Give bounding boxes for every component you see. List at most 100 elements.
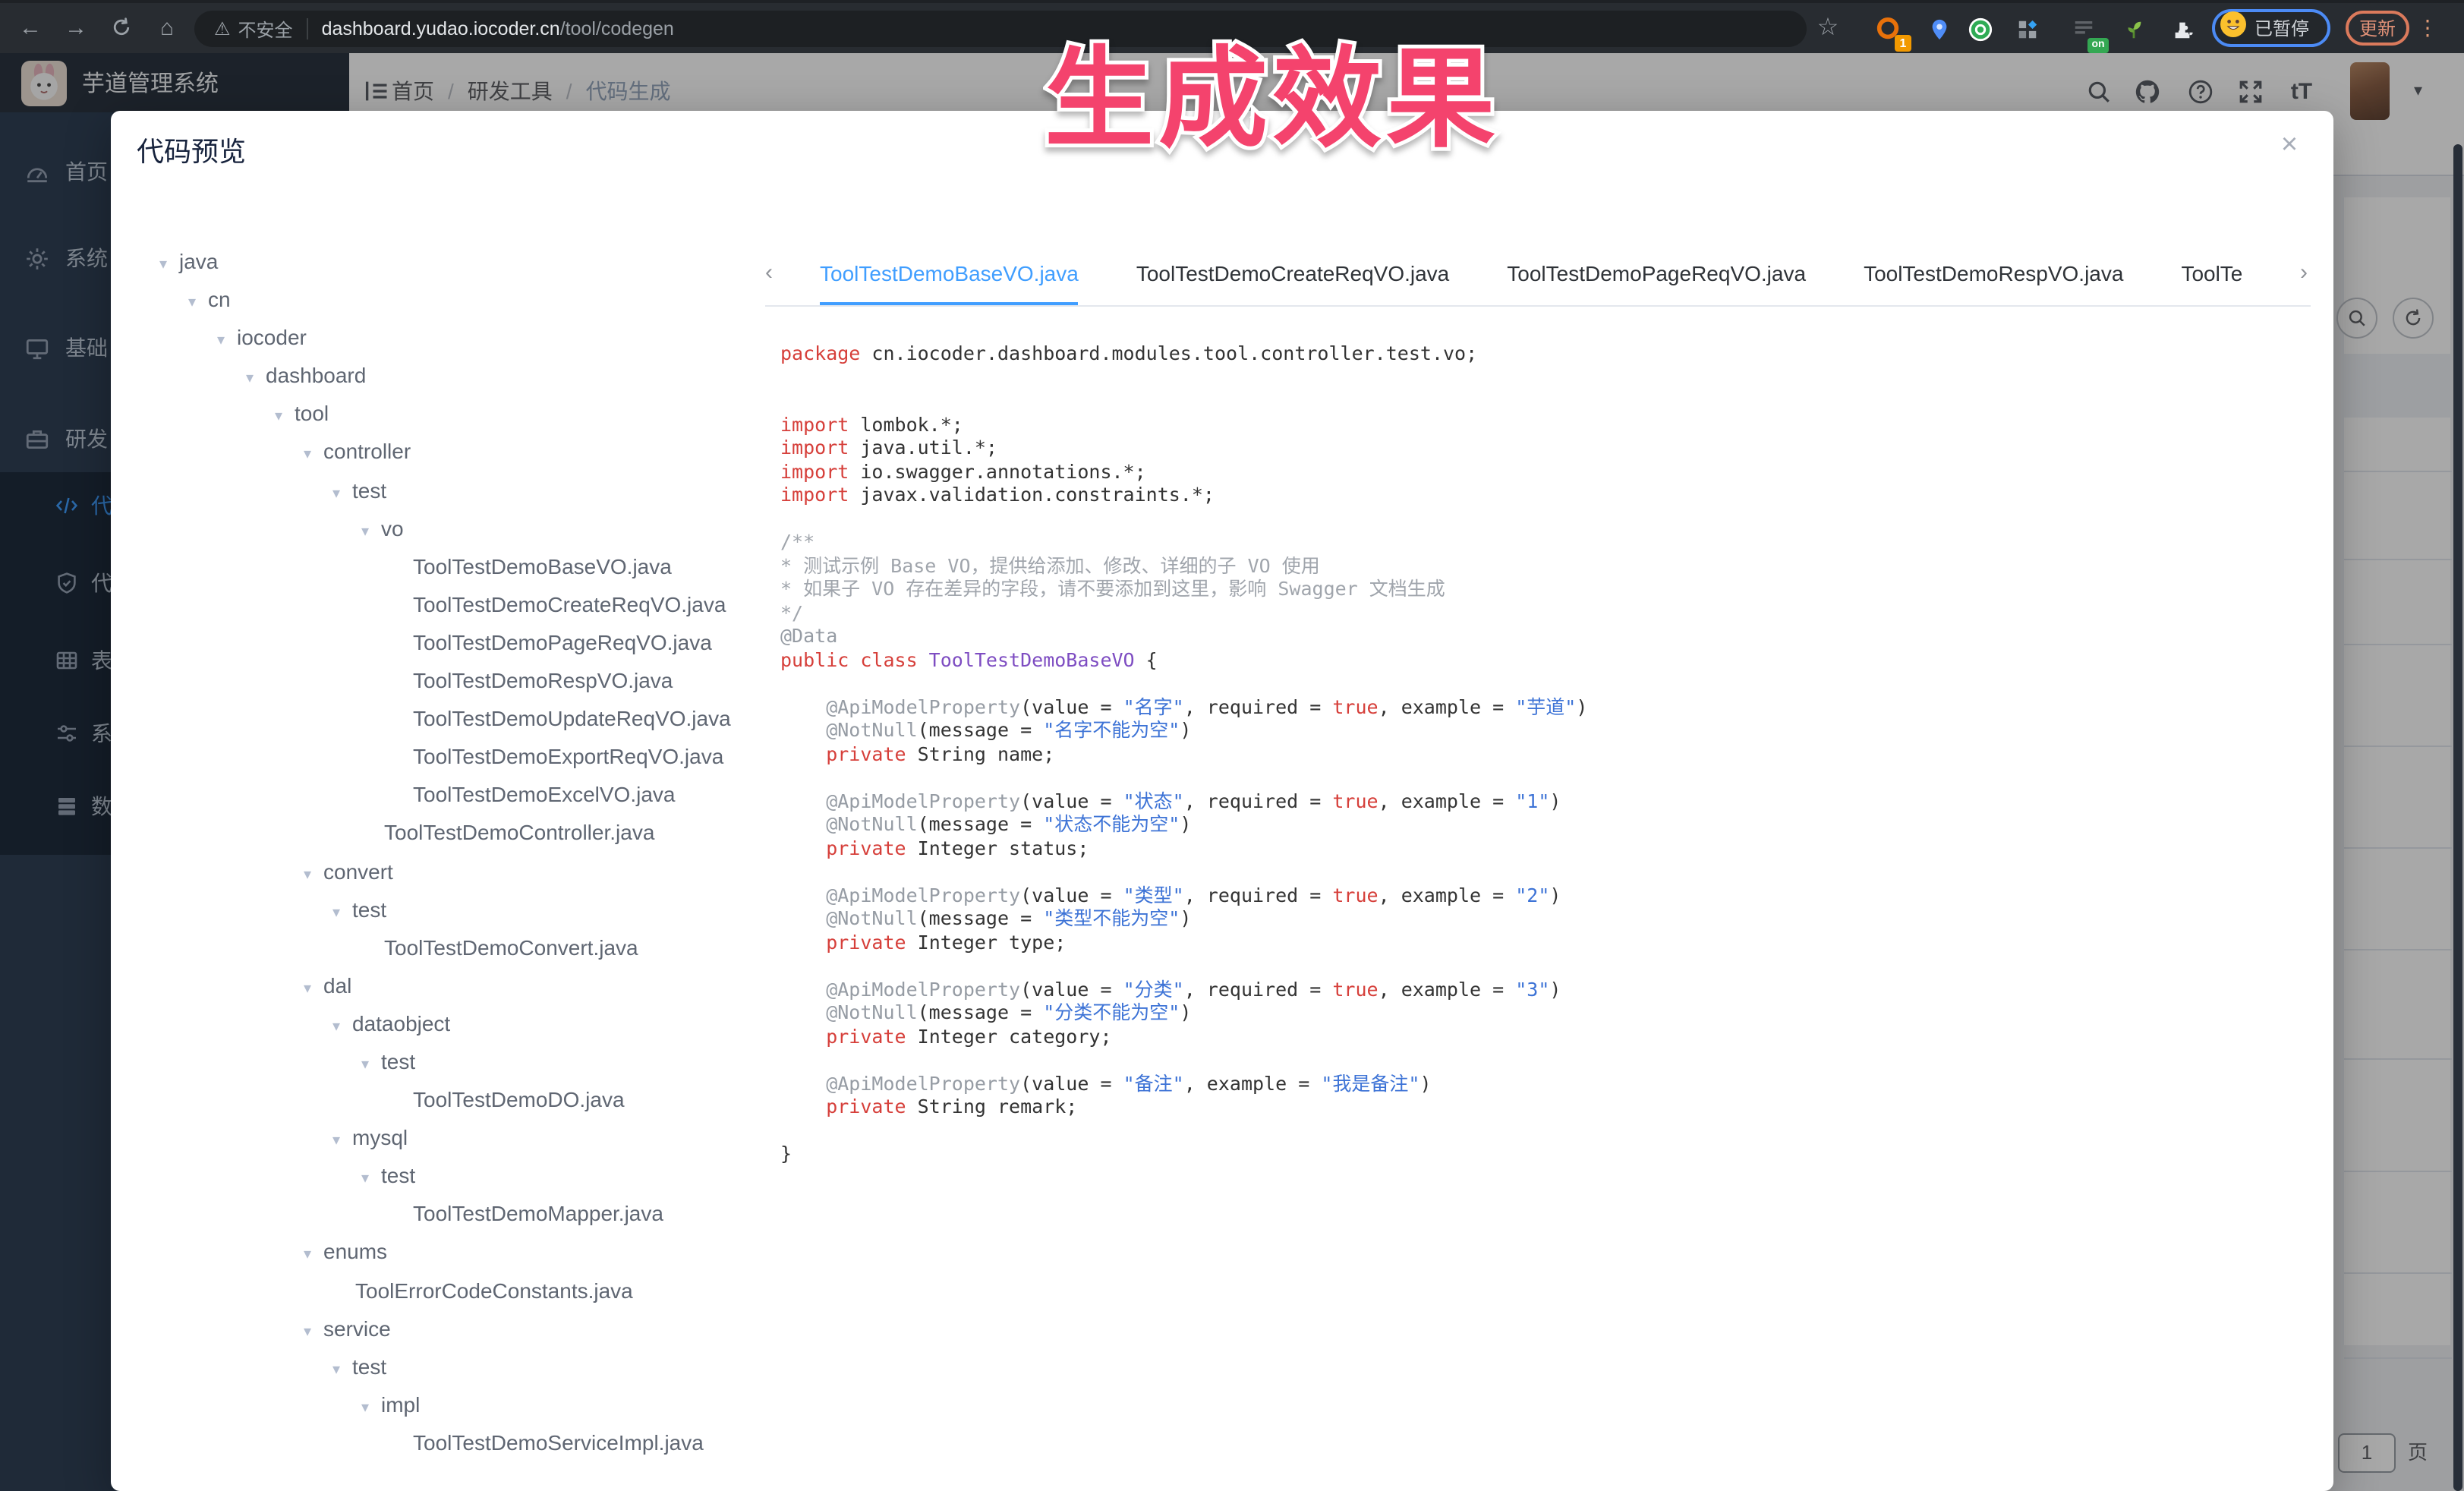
code-token: import — [780, 483, 849, 506]
caret-down-icon[interactable]: ▾ — [332, 1122, 352, 1160]
caret-down-icon[interactable]: ▾ — [332, 1351, 352, 1389]
code-line — [780, 1048, 2311, 1071]
tree-file-node[interactable]: ToolTestDemoMapper.java — [137, 1196, 731, 1234]
tree-node-label: convert — [323, 859, 393, 883]
extensions-puzzle-icon[interactable] — [2162, 9, 2201, 49]
tree-folder-node[interactable]: ▾controller — [137, 433, 731, 471]
address-bar[interactable]: ⚠ 不安全 dashboard.yudao.iocoder.cn/tool/co… — [194, 11, 1807, 47]
code-token: import — [780, 436, 849, 459]
tree-folder-node[interactable]: ▾impl — [137, 1386, 731, 1424]
tree-file-node[interactable]: ToolTestDemoRespVO.java — [137, 662, 731, 700]
tree-folder-node[interactable]: ▾iocoder — [137, 319, 731, 357]
extension-icon-pin[interactable] — [1919, 9, 1958, 49]
code-file-tab[interactable]: ToolTestDemoPageReqVO.java — [1507, 241, 1806, 305]
code-token: "分类" — [1123, 977, 1184, 1000]
caret-down-icon[interactable]: ▾ — [361, 512, 381, 550]
tree-file-node[interactable]: ToolTestDemoDO.java — [137, 1081, 731, 1119]
caret-down-icon[interactable]: ▾ — [361, 1389, 381, 1427]
browser-forward-icon[interactable]: → — [58, 3, 94, 53]
browser-menu-kebab-icon[interactable]: ⋮ — [2417, 3, 2438, 53]
code-line — [780, 389, 2311, 412]
tabs-scroll-right-icon[interactable]: › — [2300, 241, 2308, 305]
code-viewer[interactable]: package cn.iocoder.dashboard.modules.too… — [780, 342, 2311, 1165]
tree-folder-node[interactable]: ▾dataobject — [137, 1005, 731, 1043]
caret-down-icon[interactable]: ▾ — [332, 894, 352, 931]
tree-file-node[interactable]: ToolTestDemoExportReqVO.java — [137, 738, 731, 776]
code-line — [780, 1118, 2311, 1142]
tree-folder-node[interactable]: ▾cn — [137, 281, 731, 319]
tree-file-node[interactable]: ToolTestDemoExcelVO.java — [137, 777, 731, 815]
caret-down-icon[interactable]: ▾ — [304, 1237, 323, 1275]
tree-folder-node[interactable]: ▾service — [137, 1310, 731, 1348]
tabs-scroll-left-icon[interactable]: ‹ — [765, 241, 773, 305]
code-preview-dialog: 代码预览 × ▾java▾cn▾iocoder▾dashboard▾tool▾c… — [111, 111, 2333, 1491]
bookmark-star-icon[interactable]: ☆ — [1810, 3, 1846, 53]
tree-folder-node[interactable]: ▾enums — [137, 1234, 731, 1272]
tree-file-node[interactable]: ToolTestDemoConvert.java — [137, 928, 731, 966]
tree-folder-node[interactable]: ▾dashboard — [137, 358, 731, 396]
browser-home-icon[interactable]: ⌂ — [149, 3, 185, 53]
dialog-title: 代码预览 — [137, 131, 246, 170]
caret-down-icon[interactable]: ▾ — [246, 361, 266, 399]
tree-folder-node[interactable]: ▾convert — [137, 853, 731, 891]
close-icon[interactable]: × — [2273, 129, 2306, 162]
caret-down-icon[interactable]: ▾ — [332, 474, 352, 512]
caret-down-icon[interactable]: ▾ — [304, 856, 323, 894]
tree-file-node[interactable]: ToolErrorCodeConstants.java — [137, 1272, 731, 1310]
caret-down-icon[interactable]: ▾ — [304, 1313, 323, 1351]
tree-node-label: controller — [323, 440, 411, 464]
tree-node-label: iocoder — [237, 325, 307, 349]
security-label: 不安全 — [238, 16, 293, 42]
tree-node-label: ToolTestDemoServiceImpl.java — [413, 1430, 704, 1455]
caret-down-icon[interactable]: ▾ — [361, 1161, 381, 1199]
extension-icon-sprout[interactable] — [2113, 9, 2153, 49]
caret-down-icon[interactable]: ▾ — [275, 399, 295, 437]
tree-folder-node[interactable]: ▾test — [137, 1348, 731, 1385]
tree-file-node[interactable]: ToolTestDemoUpdateReqVO.java — [137, 700, 731, 738]
code-file-tab[interactable]: ToolTe — [2181, 241, 2242, 305]
page-scrollbar[interactable] — [2453, 144, 2462, 1491]
extension-icon-green-circle[interactable] — [1960, 9, 1999, 49]
tree-file-node[interactable]: ToolTestDemoCreateReqVO.java — [137, 586, 731, 624]
extension-icon-orange[interactable]: 1 — [1867, 9, 1907, 49]
caret-down-icon[interactable]: ▾ — [304, 437, 323, 474]
tree-folder-node[interactable]: ▾test — [137, 891, 731, 928]
tree-folder-node[interactable]: ▾test — [137, 1158, 731, 1196]
profile-chip[interactable]: 已暂停 — [2212, 9, 2330, 47]
tree-file-node[interactable]: ToolTestDemoServiceImpl.java — [137, 1424, 731, 1462]
tree-folder-node[interactable]: ▾vo — [137, 509, 731, 547]
code-token: (value = — [1020, 977, 1123, 1000]
tree-file-node[interactable]: ToolTestDemoPageReqVO.java — [137, 624, 731, 662]
code-file-tab[interactable]: ToolTestDemoCreateReqVO.java — [1136, 241, 1449, 305]
code-token: (value = — [1020, 695, 1123, 717]
browser-update-button[interactable]: 更新 — [2346, 11, 2409, 46]
code-line: @ApiModelProperty(value = "状态", required… — [780, 789, 2311, 812]
tree-node-label: ToolTestDemoDO.java — [413, 1087, 625, 1111]
code-line: @ApiModelProperty(value = "名字", required… — [780, 695, 2311, 718]
tree-folder-node[interactable]: ▾tool — [137, 396, 731, 433]
extension-icon-grid[interactable] — [2007, 9, 2047, 49]
tree-folder-node[interactable]: ▾test — [137, 1043, 731, 1081]
browser-back-icon[interactable]: ← — [12, 3, 49, 53]
tree-folder-node[interactable]: ▾mysql — [137, 1119, 731, 1157]
tree-file-node[interactable]: ToolTestDemoBaseVO.java — [137, 548, 731, 586]
tree-node-label: ToolTestDemoCreateReqVO.java — [413, 592, 726, 616]
tree-file-node[interactable]: ToolTestDemoController.java — [137, 815, 731, 853]
extension-icon-list-on[interactable]: on — [2063, 9, 2103, 49]
caret-down-icon[interactable]: ▾ — [361, 1046, 381, 1084]
tree-folder-node[interactable]: ▾test — [137, 471, 731, 509]
code-token: javax.validation.constraints.*; — [849, 483, 1215, 506]
code-token: "备注" — [1123, 1071, 1184, 1094]
caret-down-icon[interactable]: ▾ — [304, 970, 323, 1008]
browser-reload-icon[interactable] — [103, 3, 140, 53]
tree-node-label: enums — [323, 1240, 387, 1264]
caret-down-icon[interactable]: ▾ — [159, 246, 179, 284]
tree-folder-node[interactable]: ▾java — [137, 243, 731, 281]
code-token: "名字不能为空" — [1043, 718, 1180, 741]
caret-down-icon[interactable]: ▾ — [217, 322, 237, 360]
caret-down-icon[interactable]: ▾ — [188, 284, 208, 322]
code-file-tab[interactable]: ToolTestDemoBaseVO.java — [820, 241, 1079, 305]
code-file-tab[interactable]: ToolTestDemoRespVO.java — [1864, 241, 2123, 305]
tree-folder-node[interactable]: ▾dal — [137, 967, 731, 1005]
caret-down-icon[interactable]: ▾ — [332, 1008, 352, 1046]
